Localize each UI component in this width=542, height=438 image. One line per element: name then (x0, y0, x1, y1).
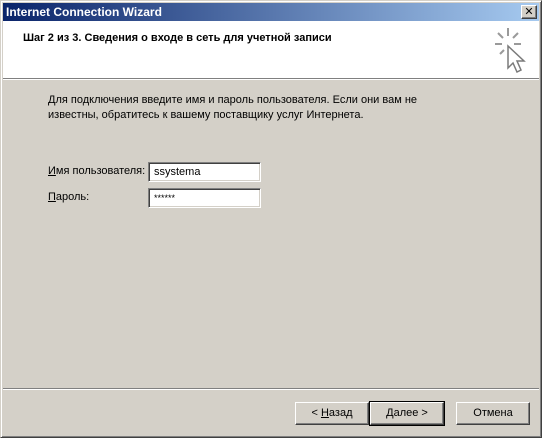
step-title: Шаг 2 из 3. Сведения о входе в сеть для … (23, 32, 332, 44)
intro-line-1: Для подключения введите имя и пароль пол… (48, 94, 418, 106)
next-button[interactable]: Далее > (369, 401, 445, 426)
password-input[interactable]: ****** (148, 188, 261, 208)
close-icon: ✕ (524, 5, 534, 18)
header-separator (3, 78, 539, 80)
username-label: Имя пользователя: (48, 165, 146, 177)
wizard-cursor-icon (495, 28, 526, 74)
title-bar[interactable]: Internet Connection Wizard ✕ (3, 3, 539, 21)
footer-separator (3, 388, 539, 390)
intro-text: Для подключения введите имя и пароль пол… (48, 93, 448, 123)
cancel-button[interactable]: Отмена (456, 402, 530, 425)
back-button[interactable]: < Назад (295, 402, 369, 425)
wizard-header: Шаг 2 из 3. Сведения о входе в сеть для … (3, 21, 539, 78)
password-label: Пароль: (48, 191, 90, 203)
wizard-window: Internet Connection Wizard ✕ Шаг 2 из 3.… (0, 0, 542, 438)
close-button[interactable]: ✕ (521, 5, 537, 19)
intro-line-2: известны, обратитесь к вашему поставщику… (48, 109, 364, 121)
username-input[interactable]: ssystema (148, 162, 261, 182)
window-title: Internet Connection Wizard (6, 5, 162, 19)
